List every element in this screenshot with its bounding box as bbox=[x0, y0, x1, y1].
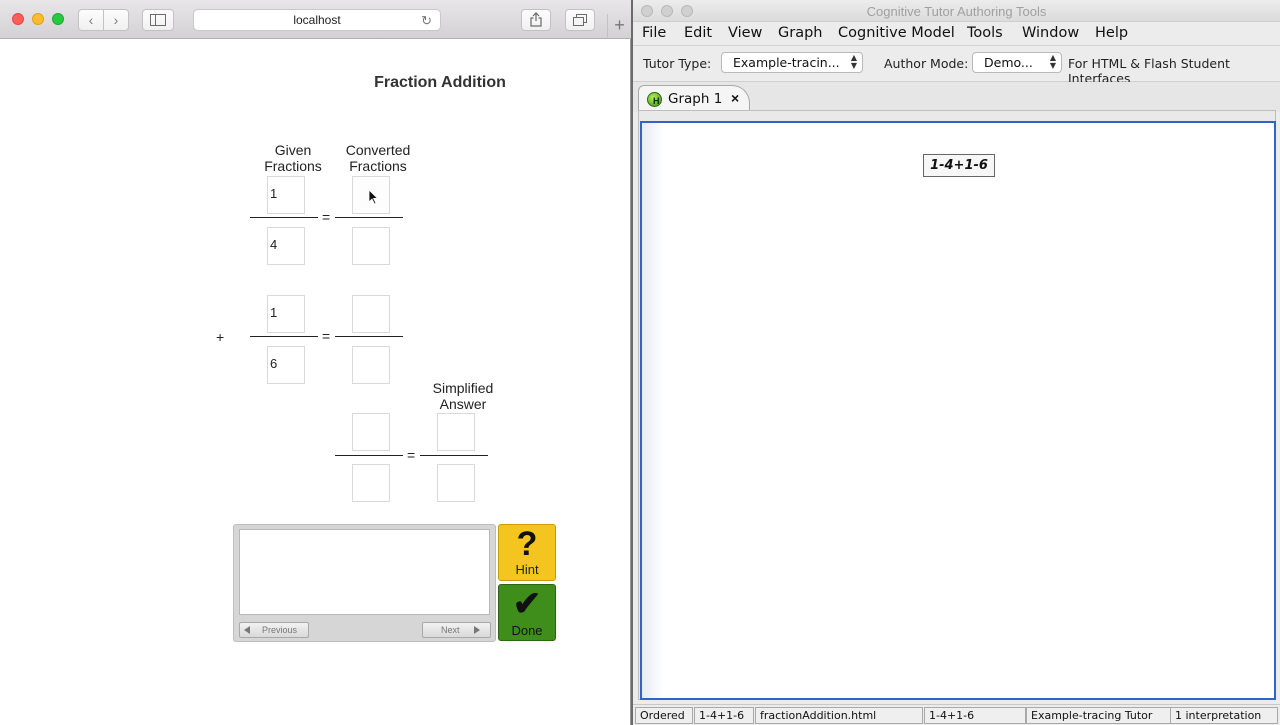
menu-graph[interactable]: Graph bbox=[778, 25, 822, 41]
show-tabs-button[interactable] bbox=[565, 9, 595, 31]
plus-icon: + bbox=[614, 15, 625, 35]
question-mark-icon: ? bbox=[516, 525, 538, 563]
behavior-graph-canvas[interactable]: 1-4+1-6 bbox=[640, 121, 1276, 700]
simplified-denominator[interactable] bbox=[437, 464, 475, 502]
menu-edit[interactable]: Edit bbox=[684, 25, 712, 41]
equals-sign: = bbox=[407, 447, 416, 463]
menu-file[interactable]: File bbox=[642, 25, 666, 41]
status-interface-file: fractionAddition.html bbox=[755, 707, 923, 724]
previous-label: Previous bbox=[262, 625, 298, 635]
hint-label: Hint bbox=[515, 562, 539, 577]
given-denominator-2[interactable]: 6 bbox=[267, 346, 305, 384]
menu-window[interactable]: Window bbox=[1022, 25, 1079, 41]
given-denominator-1[interactable]: 4 bbox=[267, 227, 305, 265]
sidebar-toggle-button[interactable] bbox=[142, 9, 174, 31]
start-state-node[interactable]: 1-4+1-6 bbox=[923, 154, 995, 177]
address-text: localhost bbox=[293, 13, 341, 27]
given-numerator-2[interactable]: 1 bbox=[267, 295, 305, 333]
next-button[interactable]: Next bbox=[422, 622, 491, 638]
checkmark-icon: ✔ bbox=[512, 585, 542, 623]
converted-denominator-2[interactable] bbox=[352, 346, 390, 384]
author-mode-value: Demo... bbox=[984, 55, 1033, 70]
browser-toolbar: ‹ › localhost ↻ + bbox=[0, 0, 631, 39]
arrow-left-icon bbox=[244, 626, 250, 634]
menu-tools[interactable]: Tools bbox=[967, 25, 1003, 41]
status-problem: 1-4+1-6 bbox=[694, 707, 754, 724]
share-icon bbox=[530, 12, 542, 27]
fraction-bar bbox=[335, 217, 403, 218]
chevron-left-icon: ‹ bbox=[88, 12, 94, 28]
equals-sign: = bbox=[322, 209, 331, 225]
next-label: Next bbox=[441, 625, 460, 635]
canvas-shade bbox=[642, 123, 664, 698]
mode-toolbar: Tutor Type: Example-tracin... ▲ ▼ Author … bbox=[633, 46, 1280, 86]
share-button[interactable] bbox=[521, 9, 551, 31]
status-ordering: Ordered bbox=[635, 707, 693, 724]
forward-button[interactable]: › bbox=[103, 9, 129, 31]
tutor-page: Fraction Addition Given Fractions Conver… bbox=[0, 40, 630, 725]
tabs-icon bbox=[573, 14, 587, 26]
hint-message-panel: Previous Next bbox=[233, 524, 496, 642]
menu-cognitive-model[interactable]: Cognitive Model bbox=[838, 25, 955, 41]
done-label: Done bbox=[511, 623, 543, 638]
fraction-bar bbox=[335, 336, 403, 337]
window-title: Cognitive Tutor Authoring Tools bbox=[866, 4, 1047, 19]
chevron-right-icon: › bbox=[113, 12, 119, 28]
hint-message-area bbox=[239, 529, 490, 615]
menu-view[interactable]: View bbox=[728, 25, 762, 41]
given-fractions-header: Given Fractions bbox=[264, 142, 322, 174]
menu-bar: File Edit View Graph Cognitive Model Too… bbox=[633, 22, 1280, 46]
previous-button[interactable]: Previous bbox=[239, 622, 309, 638]
tutor-type-select[interactable]: Example-tracin... ▲ ▼ bbox=[721, 52, 863, 73]
close-window-button[interactable] bbox=[12, 13, 24, 25]
fraction-bar bbox=[250, 217, 318, 218]
zoom-window-button[interactable] bbox=[52, 13, 64, 25]
converted-fractions-header: Converted Fractions bbox=[345, 142, 411, 174]
tutor-type-value: Example-tracin... bbox=[733, 55, 840, 70]
status-start-state: 1-4+1-6 bbox=[924, 707, 1026, 724]
done-button[interactable]: ✔ Done bbox=[498, 584, 556, 641]
menu-help[interactable]: Help bbox=[1095, 25, 1128, 41]
fraction-bar bbox=[420, 455, 488, 456]
new-tab-button[interactable]: + bbox=[607, 14, 631, 39]
author-mode-label: Author Mode: bbox=[884, 56, 969, 71]
status-interpretation: 1 interpretation bbox=[1170, 707, 1278, 724]
arrow-right-icon bbox=[473, 626, 480, 634]
hint-button[interactable]: ? Hint bbox=[498, 524, 556, 581]
tab-label: Graph 1 bbox=[668, 91, 723, 107]
equals-sign: = bbox=[322, 328, 331, 344]
sum-numerator[interactable] bbox=[352, 413, 390, 451]
chevron-updown-icon: ▲ ▼ bbox=[1049, 53, 1056, 70]
close-icon[interactable]: × bbox=[731, 90, 739, 106]
ctat-titlebar: Cognitive Tutor Authoring Tools bbox=[633, 0, 1280, 22]
simplified-numerator[interactable] bbox=[437, 413, 475, 451]
reload-icon[interactable]: ↻ bbox=[421, 10, 432, 31]
converted-numerator-2[interactable] bbox=[352, 295, 390, 333]
graph-tab-icon: H bbox=[647, 92, 662, 107]
converted-denominator-1[interactable] bbox=[352, 227, 390, 265]
converted-numerator-1[interactable] bbox=[352, 176, 390, 214]
given-numerator-1[interactable]: 1 bbox=[267, 176, 305, 214]
author-mode-select[interactable]: Demo... ▲ ▼ bbox=[972, 52, 1062, 73]
sidebar-icon bbox=[150, 14, 166, 26]
plus-sign: + bbox=[216, 329, 225, 345]
simplified-answer-header: Simplified Answer bbox=[432, 380, 494, 412]
sum-denominator[interactable] bbox=[352, 464, 390, 502]
tab-graph-1[interactable]: H Graph 1 × bbox=[638, 85, 750, 113]
back-button[interactable]: ‹ bbox=[78, 9, 104, 31]
status-tutor-type: Example-tracing Tutor bbox=[1026, 707, 1171, 724]
ctat-window: Cognitive Tutor Authoring Tools File Edi… bbox=[633, 0, 1280, 725]
minimize-window-button[interactable] bbox=[32, 13, 44, 25]
browser-window: ‹ › localhost ↻ + Fraction Addition Give… bbox=[0, 0, 631, 725]
chevron-updown-icon: ▲ ▼ bbox=[850, 53, 857, 70]
address-bar[interactable]: localhost ↻ bbox=[193, 9, 441, 31]
mouse-cursor-icon bbox=[368, 189, 378, 205]
graph-panel: 1-4+1-6 bbox=[638, 110, 1276, 700]
status-bar: Ordered 1-4+1-6 fractionAddition.html 1-… bbox=[633, 704, 1280, 725]
fraction-bar bbox=[250, 336, 318, 337]
tutor-type-label: Tutor Type: bbox=[643, 56, 712, 71]
graph-tab-strip: H Graph 1 × bbox=[633, 82, 1280, 113]
fraction-bar bbox=[335, 455, 403, 456]
